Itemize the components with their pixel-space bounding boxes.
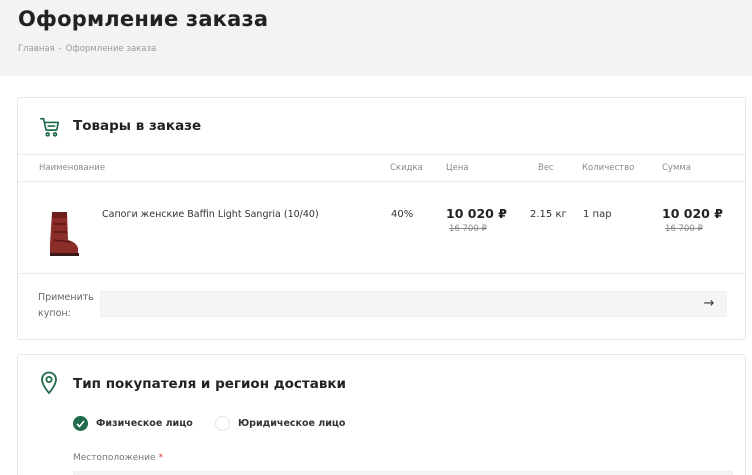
coupon-label-line2: купон: xyxy=(38,308,71,319)
required-mark: * xyxy=(158,453,163,463)
arrow-right-icon[interactable]: → xyxy=(700,295,718,313)
product-sum: 10 020 ₽ xyxy=(662,206,723,221)
product-name-link[interactable]: Сапоги женские Baffin Light Sangria (10/… xyxy=(102,209,319,220)
breadcrumb: Главная - Оформление заказа xyxy=(18,44,156,54)
radio-unchecked-icon xyxy=(215,416,230,431)
column-header-sum: Сумма xyxy=(662,163,691,173)
buyer-type-card: Тип покупателя и регион доставки Физичес… xyxy=(17,354,746,475)
location-label: Местоположение * xyxy=(73,453,163,463)
location-pin-icon xyxy=(41,371,57,395)
checkout-content: Товары в заказе Наименование Скидка Цена… xyxy=(0,76,752,475)
coupon-input[interactable] xyxy=(100,291,727,317)
page-title: Оформление заказа xyxy=(18,7,269,31)
column-header-quantity: Количество xyxy=(582,163,635,173)
radio-legal-entity-label: Юридическое лицо xyxy=(238,418,346,429)
coupon-label-line1: Применить xyxy=(38,292,94,303)
breadcrumb-home-link[interactable]: Главная xyxy=(18,44,55,54)
coupon-label: Применить купон: xyxy=(38,290,94,322)
table-row: Сапоги женские Baffin Light Sangria (10/… xyxy=(18,182,745,274)
radio-checked-icon xyxy=(73,416,88,431)
order-items-header: Товары в заказе xyxy=(18,98,745,155)
page-header: Оформление заказа Главная - Оформление з… xyxy=(0,0,752,76)
buyer-type-title: Тип покупателя и регион доставки xyxy=(73,376,347,392)
location-label-text: Местоположение xyxy=(73,453,156,463)
radio-legal-entity[interactable]: Юридическое лицо xyxy=(215,416,345,431)
column-header-discount: Скидка xyxy=(390,163,423,173)
boot-image[interactable] xyxy=(40,210,86,258)
product-discount: 40% xyxy=(391,209,414,220)
location-input[interactable] xyxy=(73,471,733,475)
radio-individual-label: Физическое лицо xyxy=(96,418,193,429)
product-old-price: 16 700 ₽ xyxy=(449,224,487,234)
column-header-weight: Вес xyxy=(538,163,554,173)
product-quantity: 1 пар xyxy=(583,209,612,220)
column-header-name: Наименование xyxy=(39,163,106,173)
product-weight: 2.15 кг xyxy=(530,209,567,220)
order-items-title: Товары в заказе xyxy=(73,118,202,134)
order-items-card: Товары в заказе Наименование Скидка Цена… xyxy=(17,97,746,340)
breadcrumb-current: Оформление заказа xyxy=(65,44,157,54)
product-old-sum: 16 700 ₽ xyxy=(665,224,703,234)
checkmark-icon xyxy=(76,419,85,428)
product-price: 10 020 ₽ xyxy=(446,206,507,221)
radio-individual[interactable]: Физическое лицо xyxy=(73,416,193,431)
breadcrumb-separator: - xyxy=(58,44,62,54)
cart-icon xyxy=(40,117,60,137)
column-header-price: Цена xyxy=(446,163,469,173)
